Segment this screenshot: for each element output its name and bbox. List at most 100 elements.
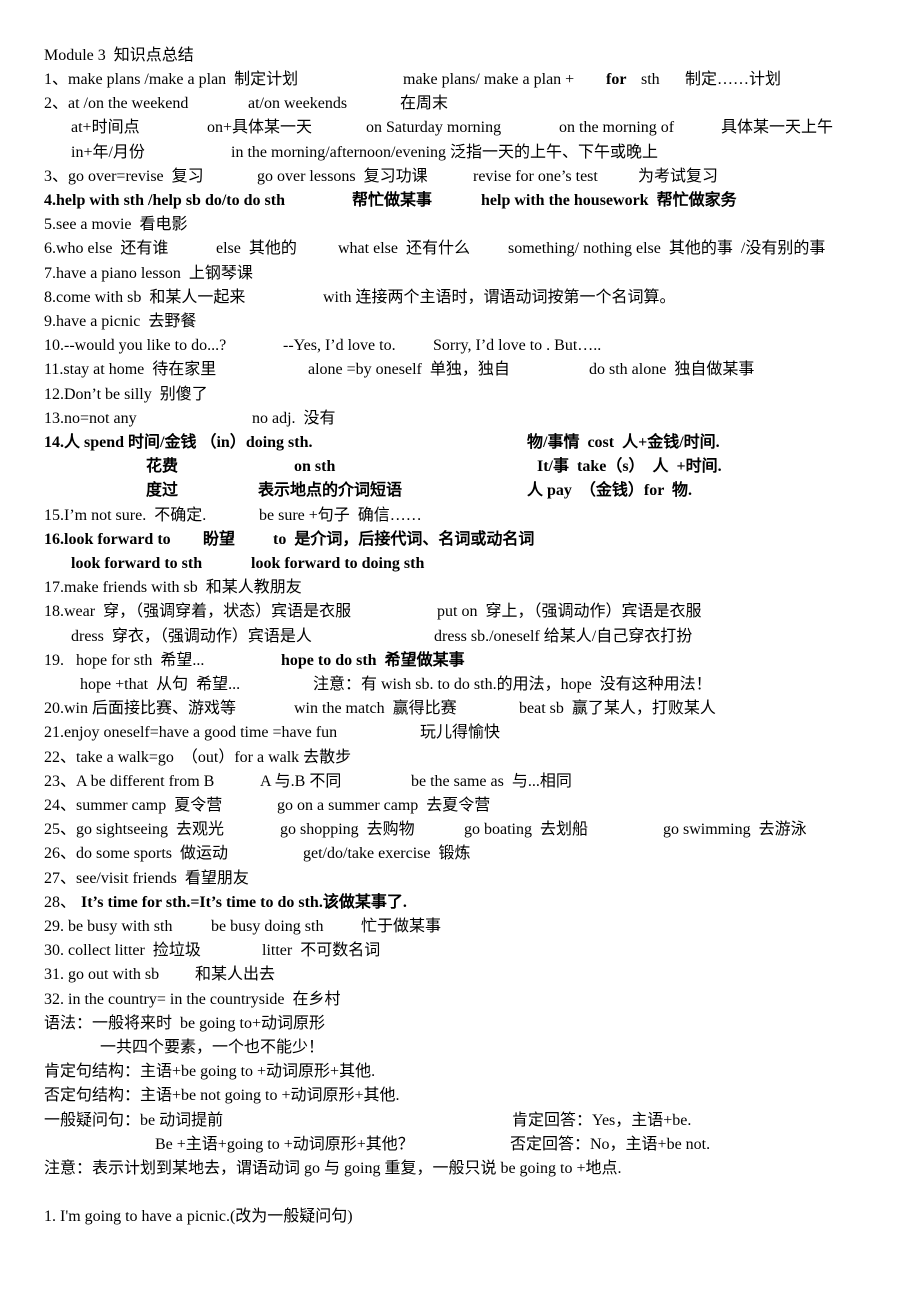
text-line: 一共四个要素，一个也不能少！ <box>0 1036 920 1060</box>
text-segment: look forward to sth <box>71 555 203 572</box>
text-segment: go swimming 去游泳 <box>663 821 807 839</box>
text-segment: something/ nothing else 其他的事 /没有别的事 <box>508 240 826 258</box>
text-segment: 27、see/visit friends 看望朋友 <box>44 869 249 887</box>
text-line: 19. hope for sth 希望... hope to do sth 希望做… <box>0 649 920 673</box>
text-segment: 23、A be different from B <box>44 772 215 790</box>
document-title: Module 3 知识点总结 <box>0 44 920 68</box>
text-line: 22、take a walk=go （out）for a walk 去散步 <box>0 746 920 770</box>
text-segment: 18.wear 穿，（强调穿着，状态）宾语是衣服 <box>44 603 352 621</box>
text-line: 肯定句结构：主语+be going to +动词原形+其他. <box>0 1060 920 1084</box>
text-segment: 12.Don’t be silly 别傻了 <box>44 385 208 403</box>
text-line: 度过 表示地点的介词短语 人 pay （金钱）for 物. <box>0 479 920 503</box>
text-segment: alone =by oneself 单独，独自 <box>308 361 510 379</box>
text-segment: 制定……计划 <box>685 71 782 88</box>
text-segment: 一共四个要素，一个也不能少！ <box>100 1039 325 1056</box>
text-segment: go on a summer camp 去夏令营 <box>277 797 491 814</box>
text-line: 4.help with sth /help sb do/to do sth 帮忙做… <box>0 189 920 213</box>
text-line: 花费 on sth It/事 take（s） 人 +时间. <box>0 455 920 479</box>
text-segment: 和某人出去 <box>195 966 276 984</box>
text-segment: It’s time for sth.=It’s time to do sth.该… <box>81 893 407 911</box>
text-segment: on+具体某一天 <box>207 119 313 137</box>
text-segment: be sure +句子 确信…… <box>259 506 422 524</box>
text-segment: 1. I'm going to have a picnic.(改为一般疑问句) <box>44 1208 353 1226</box>
text-segment: 14.人 spend 时间/金钱 （in）doing sth. <box>44 434 313 451</box>
text-segment: 24、summer camp 夏令营 <box>44 797 223 814</box>
text-line: 16.look forward to 盼望 to 是介词，后接代词、名词或动名词 <box>0 528 920 552</box>
text-segment: 注意：表示计划到某地去，谓语动词 go 与 going 重复，一般只说 be g… <box>44 1160 622 1177</box>
text-segment: It/事 take（s） 人 +时间. <box>537 458 722 476</box>
text-segment: at+时间点 <box>71 119 140 137</box>
text-segment: else 其他的 <box>216 240 297 258</box>
text-segment: win the match 赢得比赛 <box>294 700 457 718</box>
text-segment: 盼望 <box>203 530 236 548</box>
text-segment: 为考试复习 <box>638 167 719 185</box>
text-segment: 25、go sightseeing 去观光 <box>44 821 224 839</box>
text-segment: in the morning/afternoon/evening 泛指一天的上午… <box>231 143 659 161</box>
text-line: 语法：一般将来时 be going to+动词原形 <box>0 1012 920 1036</box>
text-segment: 19. hope for sth 希望... <box>44 651 205 669</box>
text-segment: 20.win 后面接比赛、游戏等 <box>44 700 237 718</box>
text-line: 20.win 后面接比赛、游戏等 win the match 赢得比赛 beat s… <box>0 697 920 721</box>
text-line: 7.have a piano lesson 上钢琴课 <box>0 262 920 286</box>
text-segment: put on 穿上，（强调动作）宾语是衣服 <box>437 603 702 621</box>
text-segment: 表示地点的介词短语 <box>258 482 403 500</box>
text-segment: 玩儿得愉快 <box>420 724 501 742</box>
text-line <box>0 1181 920 1205</box>
text-segment: 15.I’m not sure. 不确定. <box>44 506 207 524</box>
text-segment: with 连接两个主语时，谓语动词按第一个名词算。 <box>323 288 676 306</box>
text-segment: Sorry, I’d love to . But….. <box>433 337 602 355</box>
text-line: hope +that 从句 希望... 注意：有 wish sb. to do s… <box>0 673 920 697</box>
text-segment: 8.come with sb 和某人一起来 <box>44 288 246 306</box>
text-line: 15.I’m not sure. 不确定. be sure +句子 确信…… <box>0 504 920 528</box>
text-segment: in+年/月份 <box>71 143 145 161</box>
text-segment: 具体某一天上午 <box>721 119 834 137</box>
text-line: 1、make plans /make a plan 制定计划 make plans… <box>0 68 920 92</box>
text-segment: go boating 去划船 <box>464 821 588 839</box>
text-line: dress 穿衣，（强调动作）宾语是人 dress sb./oneself 给某人… <box>0 625 920 649</box>
text-segment: 度过 <box>146 482 179 500</box>
text-segment: sth <box>637 71 660 88</box>
text-segment: 语法：一般将来时 be going to+动词原形 <box>44 1014 326 1032</box>
text-segment: 10.--would you like to do...? <box>44 337 227 355</box>
text-line: 11.stay at home 待在家里 alone =by oneself 单独… <box>0 358 920 382</box>
text-segment: 16.look forward to <box>44 530 171 548</box>
text-segment: 7.have a piano lesson 上钢琴课 <box>44 264 253 282</box>
text-segment: 22、take a walk=go （out）for a walk 去散步 <box>44 748 352 766</box>
text-line: 31. go out with sb 和某人出去 <box>0 963 920 987</box>
text-segment: 5.see a movie 看电影 <box>44 216 188 234</box>
text-segment: 注意：有 wish sb. to do sth.的用法，hope 没有这种用法！ <box>313 676 712 693</box>
text-segment: 物/事情 cost 人+金钱/时间. <box>527 434 720 451</box>
text-segment: 13.no=not any <box>44 409 137 427</box>
text-segment: no adj. 没有 <box>252 409 336 427</box>
text-line: 6.who else 还有谁 else 其他的 what else 还有什么 some… <box>0 237 920 261</box>
text-line: 注意：表示计划到某地去，谓语动词 go 与 going 重复，一般只说 be g… <box>0 1157 920 1181</box>
text-segment: 11.stay at home 待在家里 <box>44 361 217 379</box>
text-line: 27、see/visit friends 看望朋友 <box>0 867 920 891</box>
text-segment: dress 穿衣，（强调动作）宾语是人 <box>71 627 312 645</box>
text-line: 13.no=not any no adj. 没有 <box>0 407 920 431</box>
text-segment: A 与.B 不同 <box>260 772 342 790</box>
text-segment: 2、at /on the weekend <box>44 95 189 113</box>
text-segment: 肯定回答：Yes，主语+be. <box>512 1111 692 1129</box>
text-segment: what else 还有什么 <box>338 240 470 258</box>
text-segment: 人 pay （金钱）for 物. <box>527 482 693 500</box>
text-segment: 3、go over=revise 复习 <box>44 167 204 185</box>
text-line: 28、 It’s time for sth.=It’s time to do st… <box>0 891 920 915</box>
text-segment: 帮忙做某事 <box>352 192 433 209</box>
text-segment: 花费 <box>146 458 179 476</box>
text-segment: for <box>606 71 627 88</box>
text-segment: be busy doing sth <box>211 918 324 935</box>
text-line: 5.see a movie 看电影 <box>0 213 920 237</box>
text-segment: be the same as 与...相同 <box>411 772 572 790</box>
text-segment: on Saturday morning <box>366 119 502 137</box>
text-line: 10.--would you like to do...? --Yes, I’d … <box>0 334 920 358</box>
text-line: 否定句结构：主语+be not going to +动词原形+其他. <box>0 1084 920 1108</box>
text-segment: make plans/ make a plan + <box>403 71 579 88</box>
text-segment: 17.make friends with sb 和某人教朋友 <box>44 579 302 597</box>
text-segment: Be +主语+going to +动词原形+其他？ <box>155 1135 414 1153</box>
text-line: 23、A be different from B A 与.B 不同 be the s… <box>0 770 920 794</box>
text-segment: do sth alone 独自做某事 <box>589 361 755 379</box>
text-segment: 21.enjoy oneself=have a good time =have … <box>44 724 338 742</box>
text-line: 一般疑问句：be 动词提前 肯定回答：Yes，主语+be. <box>0 1109 920 1133</box>
text-line: 25、go sightseeing 去观光 go shopping 去购物 go b… <box>0 818 920 842</box>
